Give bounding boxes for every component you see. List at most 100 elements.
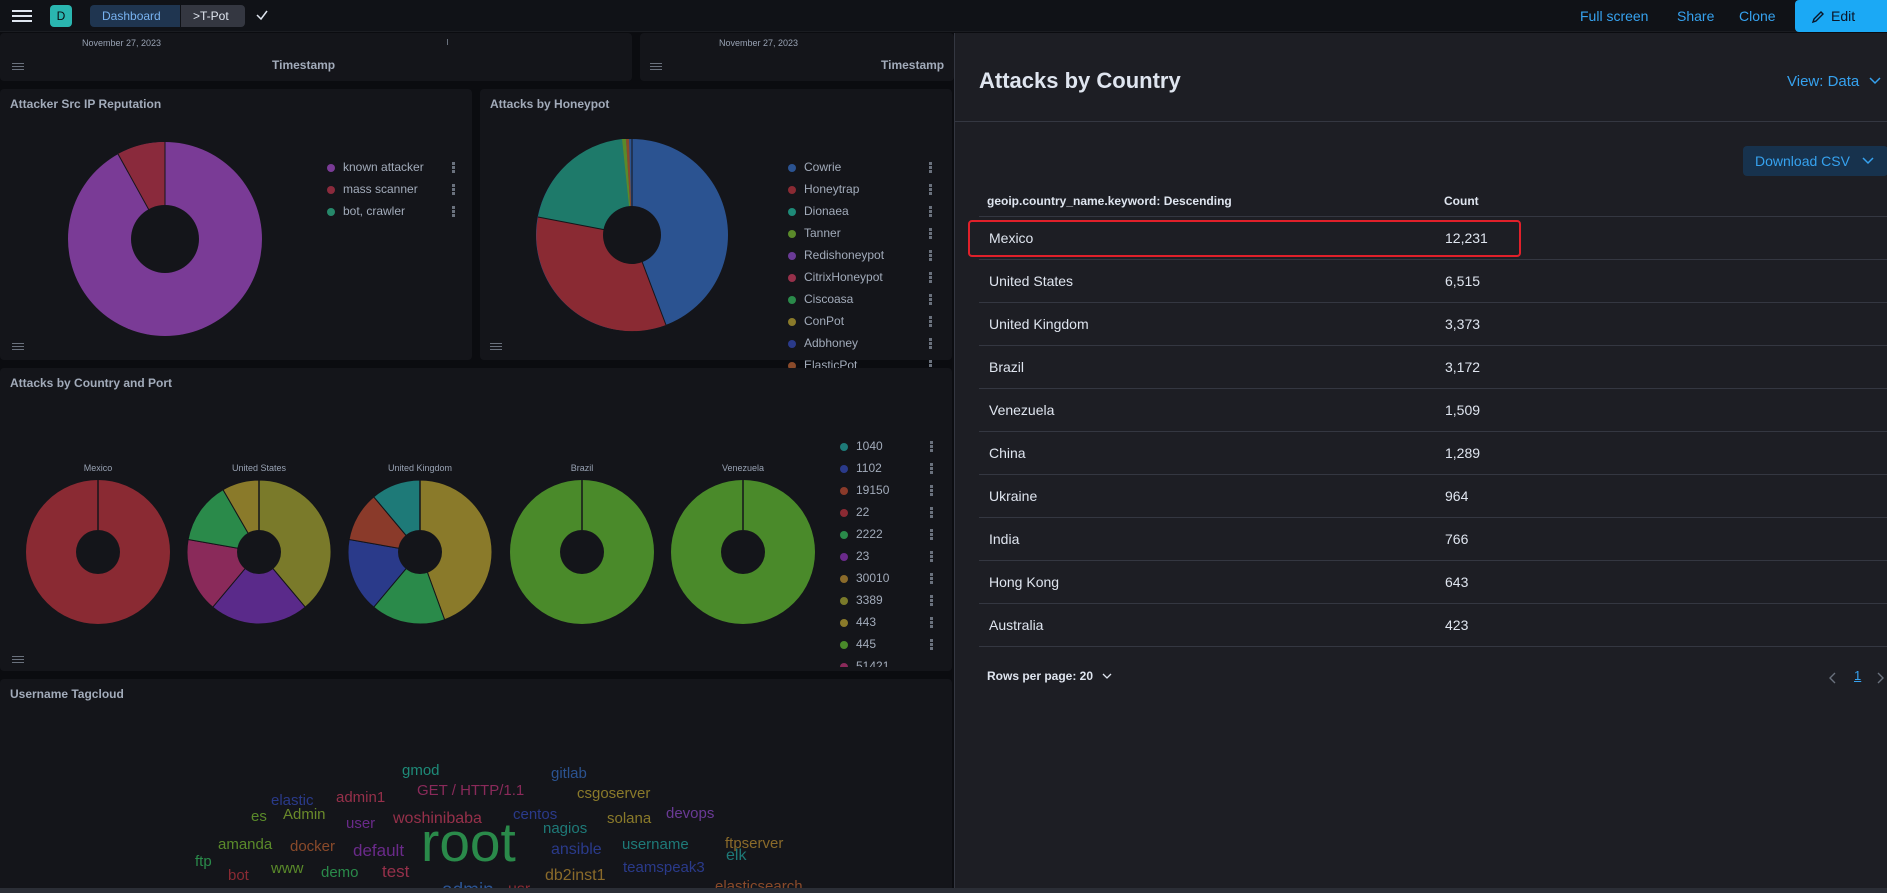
legend-options-icon[interactable] <box>929 228 933 240</box>
full-screen-link[interactable]: Full screen <box>1580 8 1648 24</box>
tag-item[interactable]: solana <box>607 811 651 826</box>
legend-options-icon[interactable] <box>929 162 933 174</box>
table-row[interactable]: Hong Kong 643 <box>979 561 1887 604</box>
tag-item[interactable]: amanda <box>218 837 272 852</box>
tag-item[interactable]: devops <box>666 806 714 821</box>
tag-item[interactable]: demo <box>321 865 359 880</box>
legend-toggle-icon[interactable] <box>12 654 24 664</box>
tag-item[interactable]: www <box>271 861 304 876</box>
legend-item[interactable]: 445 <box>840 637 876 651</box>
legend-item[interactable]: 19150 <box>840 483 889 497</box>
tag-item[interactable]: Admin <box>283 807 326 822</box>
tag-item[interactable]: db2inst1 <box>545 868 606 884</box>
legend-options-icon[interactable] <box>930 507 934 519</box>
legend-item[interactable]: 1102 <box>840 461 882 475</box>
table-row[interactable]: Ukraine 964 <box>979 475 1887 518</box>
chevron-right-icon[interactable] <box>1875 671 1885 685</box>
legend-options-icon[interactable] <box>929 206 933 218</box>
download-csv-button[interactable]: Download CSV <box>1743 146 1887 176</box>
legend-item[interactable]: Dionaea <box>788 204 849 218</box>
legend-options-icon[interactable] <box>930 551 934 563</box>
legend-item[interactable]: Cowrie <box>788 160 841 174</box>
table-row[interactable]: India 766 <box>979 518 1887 561</box>
legend-item[interactable]: CitrixHoneypot <box>788 270 883 284</box>
legend-bot-crawler[interactable]: bot, crawler <box>327 204 405 218</box>
column-header-country[interactable]: geoip.country_name.keyword: Descending <box>987 194 1232 208</box>
legend-options-icon[interactable] <box>929 272 933 284</box>
legend-options-icon[interactable] <box>930 463 934 475</box>
tag-item[interactable]: test <box>382 863 409 880</box>
tag-item[interactable]: default <box>353 842 404 859</box>
legend-item[interactable]: 3389 <box>840 593 883 607</box>
tag-item[interactable]: admin1 <box>336 790 385 805</box>
table-row[interactable]: China 1,289 <box>979 432 1887 475</box>
share-link[interactable]: Share <box>1677 8 1714 24</box>
legend-item[interactable]: 30010 <box>840 571 889 585</box>
legend-options-icon[interactable] <box>929 338 933 350</box>
tag-item[interactable]: elk <box>726 848 746 864</box>
tag-item[interactable]: user <box>346 816 375 831</box>
tag-item[interactable]: gitlab <box>551 766 587 781</box>
legend-options-icon[interactable] <box>929 316 933 328</box>
tag-item[interactable]: bot <box>228 868 249 883</box>
legend-options-icon[interactable] <box>452 206 456 218</box>
legend-options-icon[interactable] <box>452 184 456 196</box>
legend-item[interactable]: Honeytrap <box>788 182 859 196</box>
rows-per-page-selector[interactable]: Rows per page: 20 <box>987 669 1112 683</box>
legend-options-icon[interactable] <box>930 529 934 541</box>
legend-options-icon[interactable] <box>929 184 933 196</box>
legend-options-icon[interactable] <box>452 162 456 174</box>
legend-item[interactable]: Tanner <box>788 226 841 240</box>
tag-item[interactable]: root <box>421 815 516 870</box>
legend-options-icon[interactable] <box>929 294 933 306</box>
legend-toggle-icon[interactable] <box>12 341 24 351</box>
legend-item[interactable]: 443 <box>840 615 876 629</box>
legend-options-icon[interactable] <box>930 639 934 651</box>
table-row[interactable]: Brazil 3,172 <box>979 346 1887 389</box>
legend-toggle-icon[interactable] <box>12 61 24 71</box>
legend-item[interactable]: Ciscoasa <box>788 292 853 306</box>
tag-item[interactable]: es <box>251 809 267 824</box>
legend-item[interactable]: ConPot <box>788 314 844 328</box>
tag-item[interactable]: username <box>622 837 689 852</box>
view-selector[interactable]: View: Data <box>1787 73 1881 90</box>
scrollbar[interactable] <box>0 888 1887 893</box>
menu-icon[interactable] <box>12 7 32 25</box>
tag-item[interactable]: ansible <box>551 842 602 858</box>
breadcrumb-dashboard[interactable]: Dashboard <box>90 5 180 27</box>
tag-item[interactable]: csgoserver <box>577 786 650 801</box>
legend-item[interactable]: Adbhoney <box>788 336 858 350</box>
legend-item[interactable]: 1040 <box>840 439 883 453</box>
table-row[interactable]: Venezuela 1,509 <box>979 389 1887 432</box>
clone-link[interactable]: Clone <box>1739 8 1776 24</box>
legend-options-icon[interactable] <box>930 441 934 453</box>
legend-item[interactable]: 2222 <box>840 527 883 541</box>
legend-known-attacker[interactable]: known attacker <box>327 160 424 174</box>
legend-options-icon[interactable] <box>930 485 934 497</box>
legend-mass-scanner[interactable]: mass scanner <box>327 182 418 196</box>
legend-toggle-icon[interactable] <box>650 61 662 71</box>
table-row[interactable]: United Kingdom 3,373 <box>979 303 1887 346</box>
legend-item[interactable]: 22 <box>840 505 869 519</box>
tag-item[interactable]: docker <box>290 839 335 854</box>
tag-item[interactable]: teamspeak3 <box>623 860 705 875</box>
legend-toggle-icon[interactable] <box>490 341 502 351</box>
legend-item[interactable]: Redishoneypot <box>788 248 884 262</box>
chevron-left-icon[interactable] <box>1828 671 1838 685</box>
tag-item[interactable]: ftp <box>195 854 212 869</box>
legend-options-icon[interactable] <box>930 595 934 607</box>
table-row[interactable]: United States 6,515 <box>979 260 1887 303</box>
legend-item[interactable]: 23 <box>840 549 869 563</box>
legend-options-icon[interactable] <box>930 617 934 629</box>
legend-item[interactable]: 51421 <box>840 659 889 667</box>
legend-options-icon[interactable] <box>929 250 933 262</box>
table-row[interactable]: Australia 423 <box>979 604 1887 647</box>
tag-item[interactable]: GET / HTTP/1.1 <box>417 783 524 798</box>
column-header-count[interactable]: Count <box>1444 194 1479 208</box>
page-number[interactable]: 1 <box>1854 668 1861 683</box>
space-avatar[interactable]: D <box>50 5 72 27</box>
tag-item[interactable]: gmod <box>402 763 440 778</box>
legend-options-icon[interactable] <box>930 573 934 585</box>
tag-item[interactable]: nagios <box>543 821 587 836</box>
edit-button[interactable]: Edit <box>1795 0 1887 32</box>
